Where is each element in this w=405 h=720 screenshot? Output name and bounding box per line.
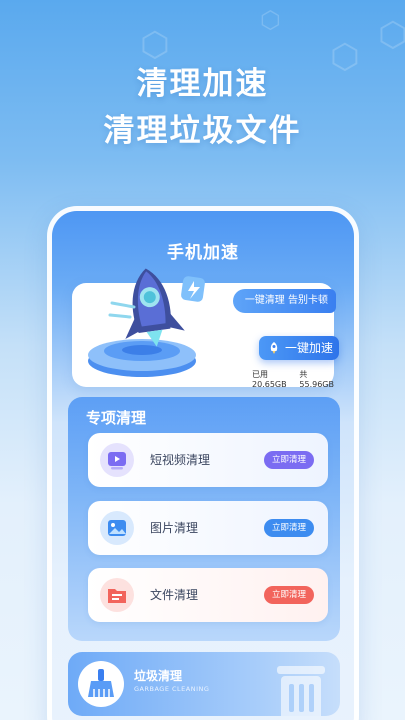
boost-button-label: 一键加速 (285, 341, 334, 355)
trash-can-icon (277, 666, 325, 716)
garbage-clean-subtitle: GARBAGE CLEANING (134, 685, 210, 693)
image-icon (100, 511, 134, 545)
clean-now-button[interactable]: 立即清理 (263, 519, 314, 537)
list-item-video-clean[interactable]: 短视频清理 立即清理 (88, 433, 328, 487)
storage-info: 已用20.65GB 共55.96GB (252, 369, 334, 389)
hexagon-decoration: ⬡ (378, 15, 405, 55)
item-label: 图片清理 (150, 521, 199, 535)
boost-card: 一键清理 告别卡顿 一键加速 已用20.65GB 共55.96GB (72, 268, 339, 389)
hexagon-decoration: ⬡ (260, 6, 281, 34)
garbage-clean-title: 垃圾清理 (134, 669, 183, 683)
special-clean-section: 专项清理 短视频清理 立即清理 图片清理 立即清理 文件清理 立即清理 (68, 397, 340, 641)
phone-mockup: 手机加速 一键清理 告别卡顿 一键加速 已用20.65GB 共55.96GB 专… (47, 206, 359, 720)
folder-icon (100, 578, 134, 612)
item-label: 文件清理 (150, 588, 199, 602)
clean-now-button[interactable]: 立即清理 (263, 451, 314, 469)
headline-title: 清理加速 (136, 66, 269, 102)
app-title: 手机加速 (167, 243, 239, 263)
one-click-boost-button[interactable]: 一键加速 (259, 336, 339, 360)
section-title: 专项清理 (86, 409, 147, 427)
video-icon (100, 443, 134, 477)
tagline-badge: 一键清理 告别卡顿 (232, 289, 336, 313)
headline-subtitle: 清理垃圾文件 (103, 113, 302, 149)
rocket-mini-icon (270, 342, 278, 354)
garbage-clean-card[interactable]: 垃圾清理 GARBAGE CLEANING (68, 652, 340, 716)
list-item-image-clean[interactable]: 图片清理 立即清理 (88, 501, 328, 555)
item-label: 短视频清理 (150, 453, 211, 467)
storage-total: 共55.96GB (299, 370, 334, 389)
clean-now-button[interactable]: 立即清理 (263, 586, 314, 604)
storage-used: 已用20.65GB (252, 370, 287, 389)
broom-icon (78, 661, 124, 707)
rocket-icon (88, 268, 205, 377)
hexagon-decoration: ⬡ (140, 25, 170, 65)
list-item-file-clean[interactable]: 文件清理 立即清理 (88, 568, 328, 622)
